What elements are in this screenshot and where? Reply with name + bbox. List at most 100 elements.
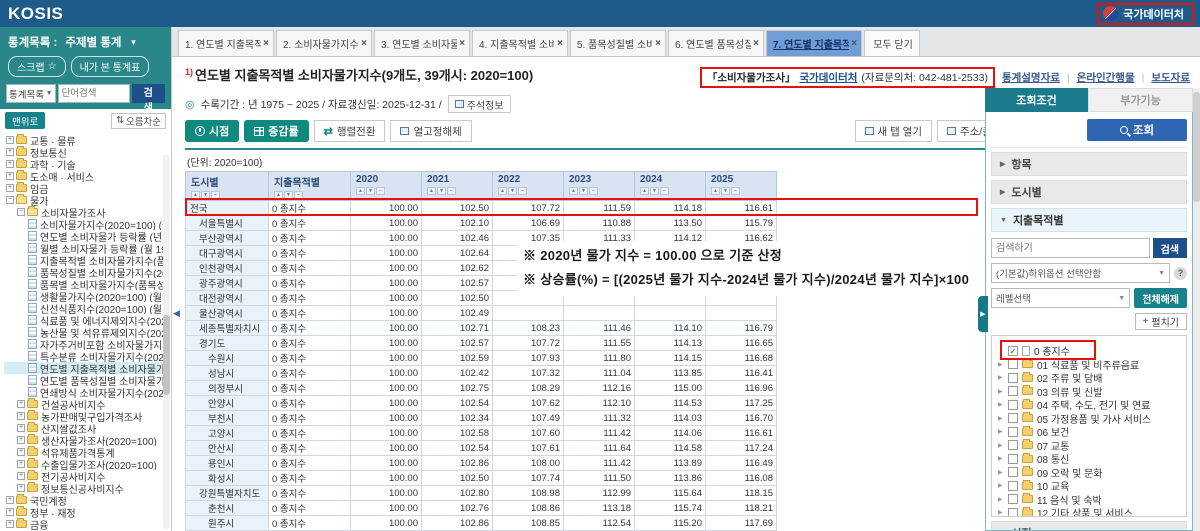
- sidebar-item[interactable]: 농산물 및 석유류제외지수(2020=1: [4, 326, 169, 338]
- purpose-tree-item[interactable]: ▶11 음식 및 숙박: [998, 493, 1182, 507]
- sort-none-icon[interactable]: −: [518, 187, 527, 195]
- close-icon[interactable]: ×: [459, 38, 465, 49]
- time-point-button[interactable]: 시점: [185, 120, 239, 142]
- expand-icon[interactable]: +: [6, 148, 14, 156]
- purpose-tree-item[interactable]: ▶05 가정용품 및 가사 서비스: [998, 412, 1182, 426]
- table-row[interactable]: 경기도0 총지수100.00102.57107.72111.55114.1311…: [186, 336, 777, 351]
- table-row[interactable]: 수원시0 총지수100.00102.59107.93111.80114.1511…: [186, 351, 777, 366]
- close-all-button[interactable]: 모두 닫기: [864, 30, 920, 56]
- expand-icon[interactable]: +: [6, 160, 14, 168]
- sidebar-item[interactable]: +생산자물가조사(2020=100): [4, 434, 169, 446]
- sort-asc-icon[interactable]: ▲: [711, 187, 720, 195]
- checkbox-unchecked[interactable]: [1008, 373, 1018, 383]
- query-button[interactable]: 조회: [1087, 119, 1187, 141]
- column-header[interactable]: 2021▲▼−: [422, 172, 493, 201]
- expand-arrow-icon[interactable]: ▶: [998, 442, 1004, 449]
- my-stats-button[interactable]: 내가 본 통계표: [71, 56, 150, 77]
- press-release-link[interactable]: 보도자료: [1151, 70, 1190, 85]
- column-header[interactable]: 2022▲▼−: [493, 172, 564, 201]
- expand-icon[interactable]: +: [17, 436, 25, 444]
- sort-asc-icon[interactable]: ▲: [498, 187, 507, 195]
- expand-icon[interactable]: +: [17, 412, 25, 420]
- note-info-button[interactable]: 주석정보: [448, 95, 511, 113]
- sort-none-icon[interactable]: −: [211, 191, 220, 199]
- scrollbar-thumb[interactable]: [1193, 92, 1200, 202]
- expand-arrow-icon[interactable]: ▶: [998, 388, 1004, 395]
- sort-asc-icon[interactable]: ▲: [274, 191, 283, 199]
- close-icon[interactable]: ×: [655, 38, 661, 49]
- theme-stats-menu[interactable]: 주제별 통계: [65, 34, 121, 50]
- level-select[interactable]: 레벨선택 ▼: [991, 288, 1130, 308]
- purpose-search-button[interactable]: 검색: [1153, 238, 1187, 258]
- sort-desc-icon[interactable]: ▼: [201, 191, 210, 199]
- stat-list-label[interactable]: 통계목록 :: [8, 34, 57, 50]
- checkbox-unchecked[interactable]: [1008, 386, 1018, 396]
- sort-desc-icon[interactable]: ▼: [437, 187, 446, 195]
- expand-arrow-icon[interactable]: ▶: [998, 428, 1004, 435]
- table-row[interactable]: 화성시0 총지수100.00102.50107.74111.50113.8611…: [186, 471, 777, 486]
- sidebar-item[interactable]: +과학 · 기술: [4, 158, 169, 170]
- sidebar-item[interactable]: +임금: [4, 182, 169, 194]
- expand-arrow-icon[interactable]: ▶: [998, 415, 1004, 422]
- purpose-tree-item[interactable]: ▶09 오락 및 문화: [998, 466, 1182, 480]
- scrap-button[interactable]: 스크랩 ☆: [8, 56, 66, 77]
- purpose-search-input[interactable]: [991, 238, 1150, 258]
- sidebar-item[interactable]: +국민계정: [4, 494, 169, 506]
- expand-arrow-icon[interactable]: ▶: [998, 455, 1004, 462]
- clear-all-button[interactable]: 전체해제: [1134, 288, 1187, 308]
- sort-asc-icon[interactable]: ▲: [640, 187, 649, 195]
- sort-desc-icon[interactable]: ▼: [721, 187, 730, 195]
- sidebar-item[interactable]: −소비자물가조사: [4, 206, 169, 218]
- sidebar-item[interactable]: +도소매 · 서비스: [4, 170, 169, 182]
- purpose-tree-item[interactable]: ✓0 총지수: [998, 344, 1182, 358]
- checkbox-unchecked[interactable]: [1008, 454, 1018, 464]
- change-rate-button[interactable]: 증감률: [244, 120, 308, 142]
- section-item[interactable]: ▶ 항목: [991, 152, 1187, 176]
- sidebar-item[interactable]: +정보통신공사비지수: [4, 482, 169, 494]
- sidebar-item[interactable]: +수출입물가조사(2020=100): [4, 458, 169, 470]
- expand-icon[interactable]: +: [17, 400, 25, 408]
- gov-datacenter-logo[interactable]: 국가데이터처: [1097, 3, 1194, 25]
- checkbox-checked[interactable]: ✓: [1008, 346, 1018, 356]
- close-icon[interactable]: ×: [851, 38, 857, 49]
- expand-icon[interactable]: +: [6, 496, 14, 504]
- table-row[interactable]: 원주시0 총지수100.00102.86108.85112.54115.2011…: [186, 516, 777, 531]
- table-row[interactable]: 울산광역시0 총지수100.00102.49: [186, 306, 777, 321]
- table-row[interactable]: 안양시0 총지수100.00102.54107.62112.10114.5311…: [186, 396, 777, 411]
- table-row[interactable]: 안산시0 총지수100.00102.54107.61111.64114.5811…: [186, 441, 777, 456]
- column-header[interactable]: 2023▲▼−: [564, 172, 635, 201]
- checkbox-unchecked[interactable]: [1008, 359, 1018, 369]
- table-row[interactable]: 성남시0 총지수100.00102.42107.32111.04113.8511…: [186, 366, 777, 381]
- expand-arrow-icon[interactable]: ▶: [998, 401, 1004, 408]
- checkbox-unchecked[interactable]: [1008, 494, 1018, 504]
- sidebar-item[interactable]: 품목성질별 소비자물가지수(2020=: [4, 266, 169, 278]
- checkbox-unchecked[interactable]: [1008, 481, 1018, 491]
- column-header[interactable]: 2025▲▼−: [706, 172, 777, 201]
- sidebar-item[interactable]: +건설공사비지수: [4, 398, 169, 410]
- new-tab-button[interactable]: 새 탭 열기: [855, 120, 932, 142]
- sidebar-search-button[interactable]: 검색: [132, 84, 165, 103]
- expand-icon[interactable]: +: [17, 472, 25, 480]
- table-row[interactable]: 부천시0 총지수100.00102.34107.49111.32114.0311…: [186, 411, 777, 426]
- sort-none-icon[interactable]: −: [731, 187, 740, 195]
- sort-none-icon[interactable]: −: [660, 187, 669, 195]
- expand-arrow-icon[interactable]: ▶: [998, 482, 1004, 489]
- unfreeze-columns-button[interactable]: 열고정해제: [390, 120, 471, 142]
- column-header[interactable]: 2020▲▼−: [351, 172, 422, 201]
- table-row[interactable]: 용인시0 총지수100.00102.86108.00111.42113.8911…: [186, 456, 777, 471]
- sort-asc-icon[interactable]: ▲: [191, 191, 200, 199]
- tab-6[interactable]: 6. 연도별 품목성질별 소비자물…×: [668, 30, 764, 56]
- sidebar-item[interactable]: 연도별 소비자물가 등락률 (년 196: [4, 230, 169, 242]
- checkbox-unchecked[interactable]: [1008, 413, 1018, 423]
- sidebar-item[interactable]: 신선식품지수(2020=100) (월,분기: [4, 302, 169, 314]
- collapse-icon[interactable]: −: [6, 196, 14, 204]
- tab-extra-functions[interactable]: 부가기능: [1088, 88, 1193, 112]
- expand-arrow-icon[interactable]: ▶: [998, 374, 1004, 381]
- search-category-select[interactable]: 통계목록 ▼: [6, 84, 56, 103]
- stat-explain-link[interactable]: 통계설명자료: [1002, 70, 1060, 85]
- sidebar-item[interactable]: 자가주거비포함 소비자물가지수(2: [4, 338, 169, 350]
- purpose-tree-item[interactable]: ▶07 교통: [998, 439, 1182, 453]
- table-row[interactable]: 서울특별시0 총지수100.00102.10106.69110.88113.50…: [186, 216, 777, 231]
- expand-icon[interactable]: +: [6, 508, 14, 516]
- checkbox-unchecked[interactable]: [1008, 508, 1018, 517]
